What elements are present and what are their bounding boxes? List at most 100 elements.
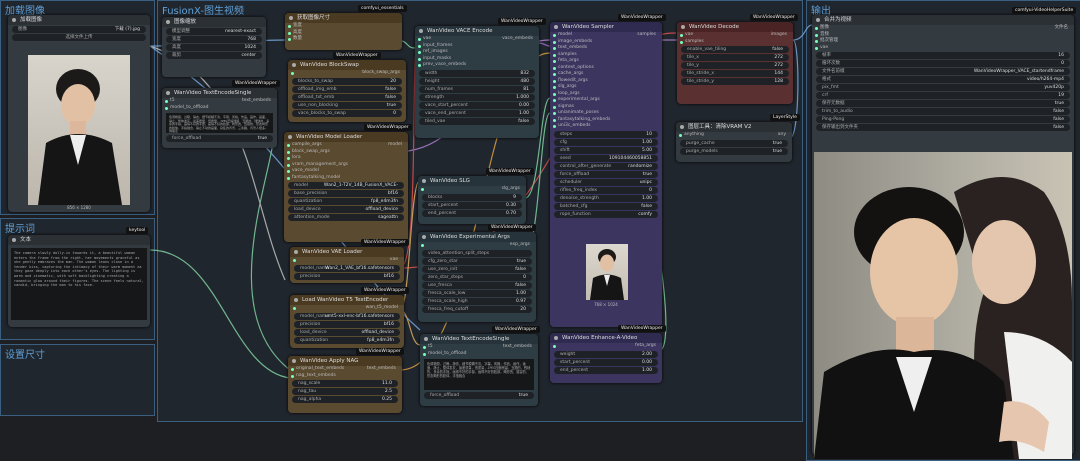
force-offload-mid-toggle[interactable]: force_offload true (424, 392, 534, 399)
vace-height-field[interactable]: height 480 (419, 77, 535, 85)
apply-nag-node[interactable]: WanVideo Apply NAG original_text_embeds t… (288, 356, 402, 413)
rope-function-select[interactable]: rope_function comfy (554, 210, 658, 218)
prompt-text-node[interactable]: 文本 The camera slowly dolly-in towards it… (8, 235, 150, 327)
vace-blocks-to-swap-field[interactable]: vace_blocks_to_swap 0 (292, 109, 402, 117)
experimental-args-node[interactable]: WanVideo Experimental Args exp_args vide… (418, 232, 536, 322)
ping-pong-toggle[interactable]: Ping-Pong false (816, 116, 1070, 123)
upload-button[interactable]: 选择文件上传 (12, 34, 146, 41)
vace-start-percent-field[interactable]: vace_start_percent 0.00 (419, 101, 535, 109)
vace-end-percent-field[interactable]: vace_end_percent 1.00 (419, 109, 535, 117)
t5-load-device-select[interactable]: load_device offload_device (294, 328, 400, 336)
prompt-textarea[interactable]: The camera slowly dolly-in towards it, a… (11, 248, 147, 320)
collapse-dot-icon[interactable] (289, 16, 293, 20)
nag-scale-field[interactable]: nag_scale 11.0 (292, 380, 398, 387)
slg-blocks-field[interactable]: blocks 9 (422, 193, 522, 201)
zero-star-steps-field[interactable]: zero_star_steps 0 (422, 273, 532, 281)
purge-vram-in-anything[interactable]: anything any (676, 132, 792, 139)
loop-count-field[interactable]: 循环次数 0 (816, 60, 1070, 67)
resize-height-field[interactable]: 高度 1024 (166, 44, 262, 51)
enhance-a-video-node[interactable]: WanVideo Enhance-A-Video feta_args weigh… (550, 333, 662, 383)
prompt-node-title[interactable]: 文本 (8, 235, 150, 245)
trim-to-audio-toggle[interactable]: trim_to_audio false (816, 108, 1070, 115)
video-combine-title[interactable]: 合并为视频 (812, 15, 1074, 25)
fresca-scale-high-field[interactable]: fresca_scale_high 0.97 (422, 297, 532, 305)
collapse-dot-icon[interactable] (12, 238, 16, 242)
resize-crop-select[interactable]: 裁剪 center (166, 52, 262, 59)
collapse-dot-icon[interactable] (294, 298, 298, 302)
tile-x-field[interactable]: tile_x 272 (681, 54, 789, 61)
vae-loader-node[interactable]: WanVideo VAE Loader vae model_name Wan2_1… (290, 247, 404, 283)
nag-in-nag-embeds[interactable]: nag_text_embeds (288, 373, 402, 380)
tile-stride-x-field[interactable]: tile_stride_x 144 (681, 70, 789, 77)
vace-in-prev-embeds[interactable]: prev_vace_embeds (415, 62, 539, 69)
blockswap-output[interactable]: block_swap_args (288, 70, 406, 77)
t5-loader-node[interactable]: Load WanVideo T5 TextEncoder wan_t5_mode… (290, 295, 404, 348)
scheduler-select[interactable]: scheduler unipc (554, 178, 658, 186)
attention-mode-select[interactable]: attention_mode sageattn (288, 214, 404, 221)
purge-vram-node[interactable]: 图层工具：清除VRAM V2 anything any purge_cache tr… (676, 122, 792, 162)
vae-model-select[interactable]: model_name Wan2_1_VAE_bf16.safetensors (294, 264, 400, 272)
video-attention-split-field[interactable]: video_attention_split_steps (422, 249, 532, 257)
collapse-dot-icon[interactable] (680, 125, 684, 129)
collapse-dot-icon[interactable] (294, 250, 298, 254)
combine-in-vae[interactable]: vae (812, 45, 1074, 52)
force-offload-left-toggle[interactable]: force_offload true (166, 135, 273, 142)
frame-rate-field[interactable]: 帧率 16 (816, 52, 1070, 59)
nag-tau-field[interactable]: nag_tau 2.5 (292, 388, 398, 395)
text-encode-left-title[interactable]: WanVideo TextEncodeSingle (162, 88, 277, 98)
collapse-dot-icon[interactable] (166, 91, 170, 95)
model-select[interactable]: model Wan2_1-T2V_14B_FusionX_VACE- (288, 182, 404, 189)
sampler-in-uni3c[interactable]: uni3c_embeds (550, 123, 662, 130)
tile-y-field[interactable]: tile_y 272 (681, 62, 789, 69)
collapse-dot-icon[interactable] (292, 359, 296, 363)
enhance-output[interactable]: feta_args (550, 343, 662, 350)
resize-width-field[interactable]: 宽度 768 (166, 36, 262, 43)
sampler-seed-field[interactable]: seed 109104460058851 (554, 154, 658, 162)
vae-loader-output[interactable]: vae (290, 257, 404, 264)
save-output-toggle[interactable]: 保存输出到文件夹 false (816, 124, 1070, 131)
load-image-title[interactable]: 加载图像 (8, 15, 150, 25)
use-zero-init-toggle[interactable]: use_zero_init false (422, 265, 532, 273)
load-device-select[interactable]: load_device offload_device (288, 206, 404, 213)
text-encode-left-in-offload[interactable]: model_to_offload (162, 105, 277, 112)
sampler-title[interactable]: WanVideo Sampler (550, 22, 662, 32)
experimental-title[interactable]: WanVideo Experimental Args (418, 232, 536, 242)
wanvideo-decode-node[interactable]: WanVideo Decode vae images samples enable… (677, 22, 793, 104)
slg-end-percent-field[interactable]: end_percent 0.70 (422, 209, 522, 217)
fresca-freq-cutoff-field[interactable]: fresca_freq_cutoff 20 (422, 305, 532, 313)
fresca-scale-low-field[interactable]: fresca_scale_low 1.00 (422, 289, 532, 297)
negative-prompt-mid[interactable]: 色调艳丽，过曝，静态，细节模糊不清，字幕，风格，作品，画作，画面，静止，整体发灰… (424, 359, 534, 390)
vae-precision-select[interactable]: precision bf16 (294, 272, 400, 280)
t5-precision-select[interactable]: precision bf16 (294, 320, 400, 328)
vace-tiled-vae-toggle[interactable]: tiled_vae false (419, 117, 535, 125)
blockswap-node[interactable]: WanVideo BlockSwap block_swap_args block… (288, 60, 406, 122)
resize-method-select[interactable]: 模型调整 nearest-exact (166, 28, 262, 35)
pix-fmt-select[interactable]: pix_fmt yuv420p (816, 84, 1070, 91)
decode-title[interactable]: WanVideo Decode (677, 22, 793, 32)
text-encode-mid-in-offload[interactable]: model_to_offload (420, 351, 538, 358)
purge-cache-toggle[interactable]: purge_cache true (680, 139, 788, 147)
collapse-dot-icon[interactable] (422, 179, 426, 183)
tile-stride-y-field[interactable]: tile_stride_y 128 (681, 78, 789, 85)
enhance-title[interactable]: WanVideo Enhance-A-Video (550, 333, 662, 343)
vace-num-frames-field[interactable]: num_frames 81 (419, 85, 535, 93)
quantization-select[interactable]: quantization fp8_e4m3fn (288, 198, 404, 205)
collapse-dot-icon[interactable] (419, 29, 423, 33)
slg-start-percent-field[interactable]: start_percent 0.30 (422, 201, 522, 209)
sampler-force-offload-toggle[interactable]: force_offload true (554, 170, 658, 178)
t5-loader-output[interactable]: wan_t5_model (290, 305, 404, 312)
collapse-dot-icon[interactable] (166, 20, 170, 24)
batched-cfg-toggle[interactable]: batched_cfg false (554, 202, 658, 210)
model-loader-node[interactable]: WanVideo Model Loader compile_args model … (284, 132, 408, 242)
text-encode-mid-title[interactable]: WanVideo TextEncodeSingle (420, 334, 538, 344)
purge-models-toggle[interactable]: purge_models true (680, 147, 788, 155)
slg-title[interactable]: WanVideo SLG (418, 176, 526, 186)
text-encode-left-node[interactable]: WanVideo TextEncodeSingle t5 text_embeds … (162, 88, 277, 148)
control-after-generate-select[interactable]: control_after_generate randomize (554, 162, 658, 170)
nag-alpha-field[interactable]: nag_alpha 0.25 (292, 396, 398, 403)
riflex-freq-field[interactable]: riflex_freq_index 0 (554, 186, 658, 194)
enhance-weight-field[interactable]: weight 2.00 (554, 350, 658, 358)
vae-loader-title[interactable]: WanVideo VAE Loader (290, 247, 404, 257)
slg-output[interactable]: slg_args (418, 186, 526, 193)
experimental-output[interactable]: exp_args (418, 242, 536, 249)
